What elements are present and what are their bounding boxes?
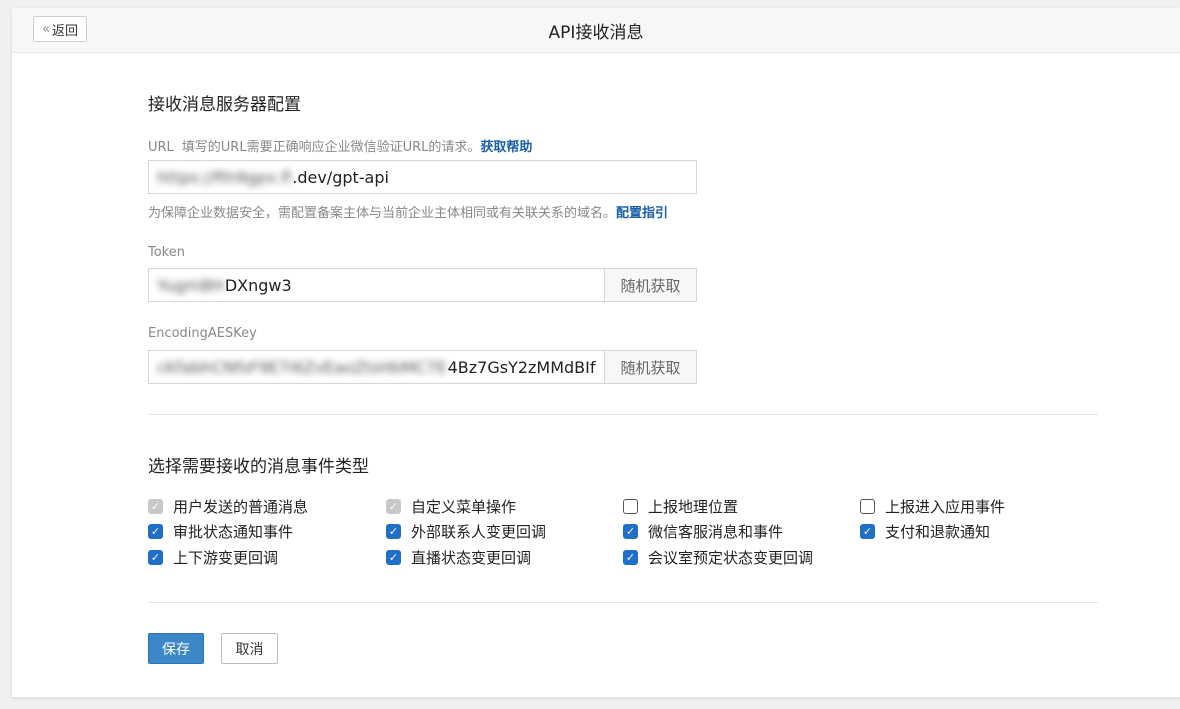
event-checkbox-item[interactable]: ✓ 直播状态变更回调 [386, 547, 531, 568]
event-checkbox-item[interactable]: 上报进入应用事件 [860, 496, 1005, 517]
event-checkbox-item[interactable]: ✓ 上下游变更回调 [148, 547, 278, 568]
event-checkbox-label: 用户发送的普通消息 [173, 498, 309, 516]
event-checkbox-item[interactable]: ✓ 审批状态通知事件 [148, 521, 293, 542]
event-checkbox-item[interactable]: ✓ 外部联系人变更回调 [386, 521, 546, 542]
domain-note: 为保障企业数据安全，需配置备案主体与当前企业主体相同或有关联关系的域名。配置指引 [148, 202, 668, 221]
domain-note-text: 为保障企业数据安全，需配置备案主体与当前企业主体相同或有关联关系的域名。 [148, 206, 617, 221]
aes-key-label: EncodingAESKey [148, 326, 257, 341]
url-label-row: URL 填写的URL需要正确响应企业微信验证URL的请求。获取帮助 [148, 136, 532, 155]
config-guide-link[interactable]: 配置指引 [616, 206, 668, 221]
event-checkbox-label: 微信客服消息和事件 [648, 523, 784, 541]
event-checkbox-label: 审批状态通知事件 [173, 523, 294, 541]
server-config-title: 接收消息服务器配置 [148, 95, 301, 115]
event-checkbox-item[interactable]: ✓ 微信客服消息和事件 [623, 521, 783, 542]
event-checkbox-label: 直播状态变更回调 [411, 549, 532, 567]
checkbox-checked-icon[interactable]: ✓ [860, 524, 875, 539]
checkbox-checked-icon[interactable]: ✓ [148, 550, 163, 565]
aes-key-value: 4Bz7GsY2zMMdBIf [447, 357, 596, 377]
checkbox-checked-icon[interactable]: ✓ [148, 524, 163, 539]
checkbox-checked-icon: ✓ [386, 499, 401, 514]
event-checkbox-label: 自定义菜单操作 [411, 498, 517, 516]
event-checkbox-label: 上报地理位置 [648, 498, 739, 516]
url-value-redacted: https://fth9gpx.fl [157, 167, 292, 187]
event-checkbox-item[interactable]: ✓ 会议室预定状态变更回调 [623, 547, 813, 568]
event-checkbox-item[interactable]: 上报地理位置 [623, 496, 738, 517]
help-link[interactable]: 获取帮助 [480, 140, 532, 155]
event-checkbox-item[interactable]: ✓ 自定义菜单操作 [386, 496, 516, 517]
aes-key-random-button[interactable]: 随机获取 [604, 350, 697, 384]
page-title: API接收消息 [548, 23, 644, 43]
url-value: .dev/gpt-api [292, 167, 389, 187]
event-checkbox-label: 支付和退款通知 [885, 523, 991, 541]
token-input[interactable]: YugmBH DXngw3 [148, 268, 605, 302]
cancel-button[interactable]: 取消 [221, 633, 278, 664]
token-label: Token [148, 245, 185, 260]
event-checkbox-item[interactable]: ✓ 用户发送的普通消息 [148, 496, 308, 517]
aes-key-input[interactable]: cKfabhCNfsF9E7i6ZvEaoZtsHbMC7E 4Bz7GsY2zM… [148, 350, 605, 384]
url-label: URL [148, 140, 174, 155]
event-checkbox-item[interactable]: ✓ 支付和退款通知 [860, 521, 990, 542]
checkbox-unchecked-icon[interactable] [623, 499, 638, 514]
main-panel: « 返回 API接收消息 接收消息服务器配置 URL 填写的URL需要正确响应企业… [12, 8, 1180, 697]
checkbox-checked-icon[interactable]: ✓ [386, 524, 401, 539]
aes-key-value-redacted: cKfabhCNfsF9E7i6ZvEaoZtsHbMC7E [157, 357, 447, 377]
save-button[interactable]: 保存 [148, 633, 204, 664]
url-input[interactable]: https://fth9gpx.fl .dev/gpt-api [148, 160, 697, 194]
checkbox-checked-icon: ✓ [148, 499, 163, 514]
token-random-button[interactable]: 随机获取 [604, 268, 697, 302]
actions-divider [148, 602, 1098, 603]
checkbox-checked-icon[interactable]: ✓ [623, 550, 638, 565]
section-divider [148, 414, 1098, 415]
checkbox-checked-icon[interactable]: ✓ [386, 550, 401, 565]
token-value: DXngw3 [224, 275, 292, 295]
event-checkbox-label: 上报进入应用事件 [885, 498, 1006, 516]
event-checkbox-label: 会议室预定状态变更回调 [648, 549, 814, 567]
url-hint: 填写的URL需要正确响应企业微信验证URL的请求。 [181, 140, 481, 155]
checkbox-checked-icon[interactable]: ✓ [623, 524, 638, 539]
event-checkbox-label: 上下游变更回调 [173, 549, 279, 567]
events-title: 选择需要接收的消息事件类型 [148, 457, 369, 477]
checkbox-unchecked-icon[interactable] [860, 499, 875, 514]
token-value-redacted: YugmBH [157, 275, 224, 295]
page-header: « 返回 API接收消息 [12, 8, 1180, 53]
event-checkbox-label: 外部联系人变更回调 [411, 523, 547, 541]
